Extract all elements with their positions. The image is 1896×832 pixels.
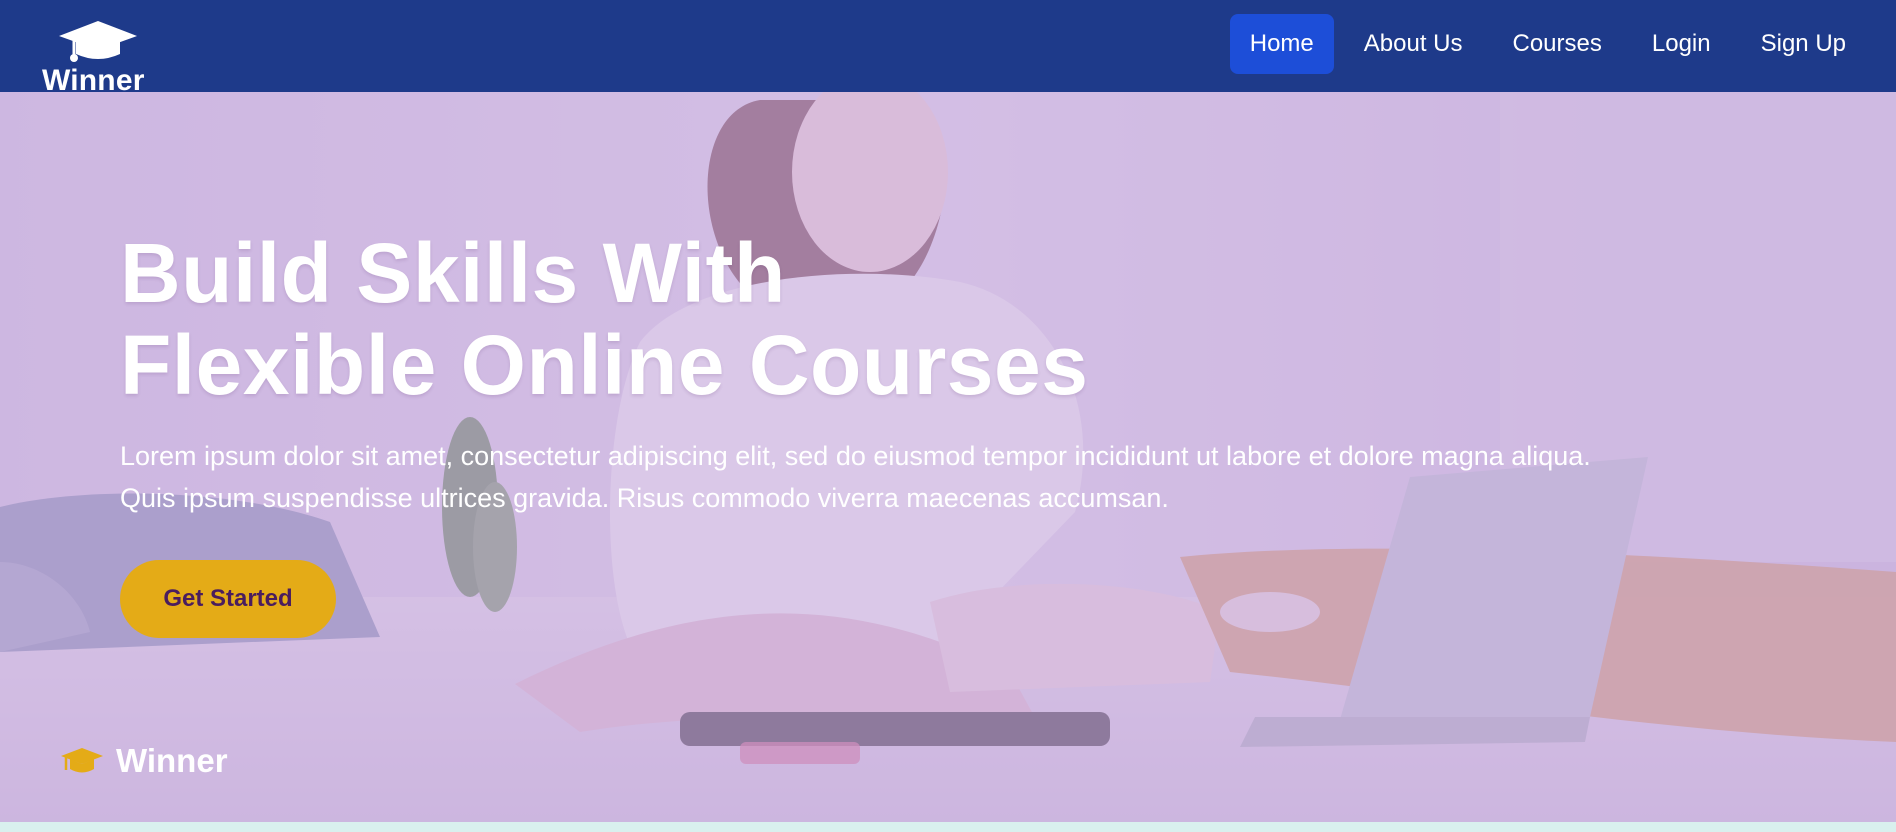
graduation-cap-icon <box>59 21 137 62</box>
graduation-cap-icon <box>61 748 103 773</box>
nav-home[interactable]: Home <box>1229 14 1334 74</box>
hero-content: Build Skills With Flexible Online Course… <box>120 227 1820 519</box>
main-navigation: Home About Us Courses Login Sign Up <box>1229 14 1866 74</box>
footer-brand-name: Winner <box>116 742 228 779</box>
hero-title-line-2: Flexible Online Courses <box>120 318 1089 412</box>
nav-courses[interactable]: Courses <box>1493 14 1622 74</box>
nav-sign-up[interactable]: Sign Up <box>1741 14 1866 74</box>
page-bottom-strip <box>0 822 1896 832</box>
hero-section: Build Skills With Flexible Online Course… <box>0 92 1896 822</box>
brand-name: Winner <box>42 64 145 97</box>
hero-description-line-2: Quis ipsum suspendisse ultrices gravida.… <box>120 483 1169 513</box>
get-started-button[interactable]: Get Started <box>120 560 336 638</box>
navbar: Winner Home About Us Courses Login Sign … <box>0 0 1896 97</box>
nav-login[interactable]: Login <box>1632 14 1731 74</box>
hero-title: Build Skills With Flexible Online Course… <box>120 227 1820 411</box>
hero-description-line-1: Lorem ipsum dolor sit amet, consectetur … <box>120 441 1591 471</box>
hero-description: Lorem ipsum dolor sit amet, consectetur … <box>120 435 1800 519</box>
hero-title-line-1: Build Skills With <box>120 226 786 320</box>
footer-brand[interactable]: Winner <box>60 738 228 784</box>
brand-logo[interactable]: Winner <box>42 18 152 97</box>
nav-about-us[interactable]: About Us <box>1344 14 1483 74</box>
